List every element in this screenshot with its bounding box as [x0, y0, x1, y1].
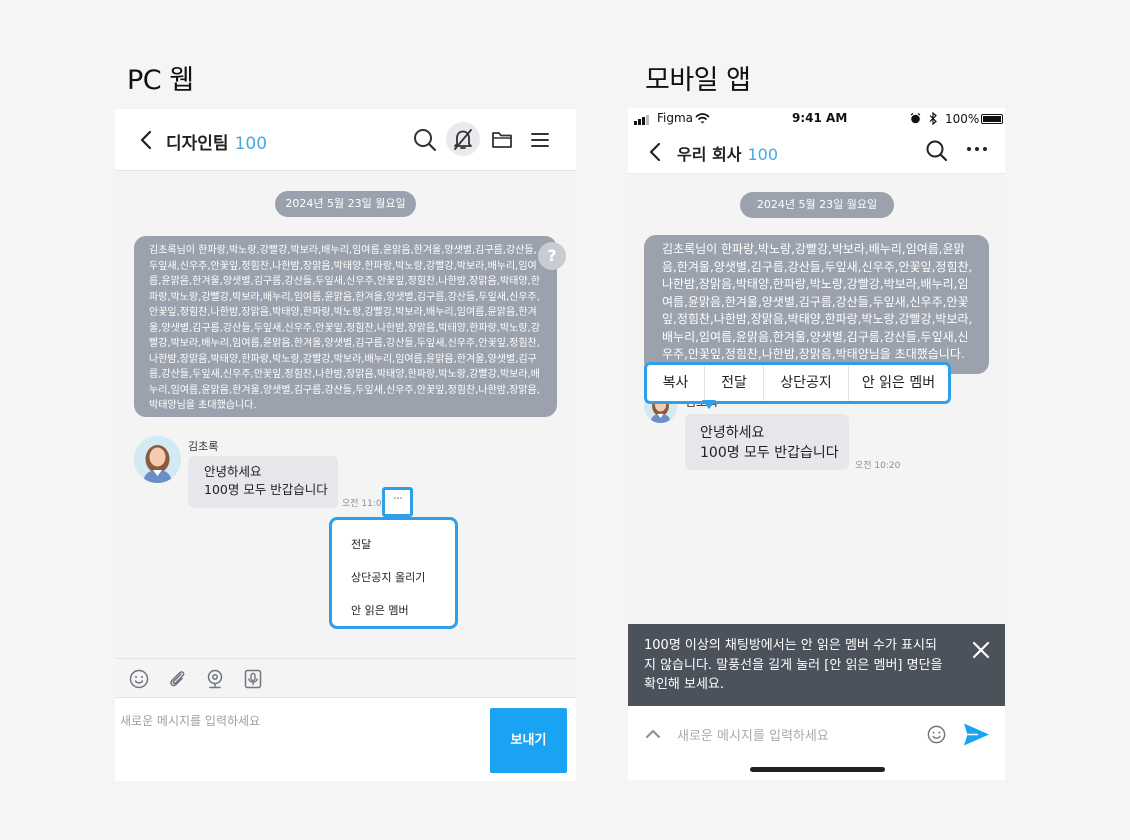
system-notice[interactable]: 김초록님이 한파랑,박노랑,강빨강,박보라,배누리,임여름,윤맑음,한겨울,양샛…: [644, 235, 989, 374]
attachment-icon[interactable]: [166, 668, 188, 690]
message-line-1: 안녕하세요: [700, 425, 765, 441]
chat-room-name: 디자인팀: [166, 134, 229, 154]
member-count: 100: [747, 145, 778, 164]
chevron-up-icon[interactable]: [645, 728, 661, 740]
date-divider: 2024년 5월 23일 월요일: [275, 191, 416, 217]
date-divider: 2024년 5월 23일 월요일: [740, 192, 894, 218]
more-options-button[interactable]: ···: [382, 487, 413, 517]
back-arrow-icon[interactable]: [137, 128, 157, 152]
message-line-2: 100명 모두 반갑습니다: [204, 482, 328, 497]
message-time: 오전 11:0: [342, 499, 382, 509]
mobile-chat-screen: Figma 9:41 AM 100% 우리 회사 100 2024년 5월 23일…: [628, 108, 1005, 780]
sender-name: 김초록: [188, 440, 219, 453]
search-icon[interactable]: [411, 126, 439, 154]
message-composer: 새로운 메시지를 입력하세요 보내기: [115, 697, 576, 781]
message-input[interactable]: 새로운 메시지를 입력하세요: [120, 712, 260, 729]
help-icon[interactable]: ?: [538, 242, 566, 270]
menu-item-copy[interactable]: 복사: [647, 365, 704, 401]
battery-icon: [981, 114, 1003, 124]
message-context-menu: 전달 상단공지 올리기 안 읽은 멤버: [329, 517, 458, 629]
emoji-icon[interactable]: [926, 724, 947, 745]
menu-item-forward[interactable]: 전달: [351, 536, 371, 552]
menu-pointer: [702, 400, 716, 409]
send-button[interactable]: 보내기: [490, 708, 567, 773]
member-count: 100: [234, 134, 268, 154]
pc-web-title: PC 웹: [127, 65, 194, 96]
alarm-icon: [910, 113, 921, 124]
menu-item-pin-notice[interactable]: 상단공지: [764, 365, 848, 401]
back-arrow-icon[interactable]: [648, 141, 664, 163]
notification-toggle[interactable]: [446, 122, 480, 156]
menu-item-unread-members[interactable]: 안 읽은 멤버: [849, 365, 948, 401]
message-input[interactable]: 새로운 메시지를 입력하세요: [677, 725, 829, 744]
status-time: 9:41 AM: [792, 111, 848, 125]
pc-chat-window: 디자인팀 100 2024년 5월 23일 월요일 김초록님이 한파랑,박노랑,강…: [115, 109, 576, 781]
chat-header: 디자인팀 100: [115, 109, 576, 171]
carrier-name: Figma: [657, 111, 694, 125]
avatar-person-icon: [134, 436, 181, 483]
emoji-icon[interactable]: [128, 668, 150, 690]
home-indicator: [750, 767, 885, 772]
message-context-menu: 복사 전달 상단공지 안 읽은 멤버: [644, 362, 951, 404]
toast-text: 100명 이상의 채팅방에서는 안 읽은 멤버 수가 표시되지 않습니다. 말풍…: [644, 638, 943, 692]
system-notice[interactable]: 김초록님이 한파랑,박노랑,강빨강,박보라,배누리,임여름,윤맑음,한겨울,양샛…: [134, 236, 557, 417]
chat-header: 우리 회사 100: [628, 130, 1005, 174]
message-line-1: 안녕하세요: [204, 464, 262, 479]
menu-item-forward[interactable]: 전달: [705, 365, 763, 401]
bell-off-icon: [454, 129, 472, 150]
composer-toolbar: [115, 658, 576, 697]
menu-item-unread-members[interactable]: 안 읽은 멤버: [351, 602, 409, 618]
message-time: 오전 10:20: [855, 461, 901, 471]
close-icon[interactable]: [970, 639, 992, 661]
wifi-icon: [695, 113, 710, 124]
chat-title: 우리 회사 100: [677, 141, 778, 165]
message-bubble[interactable]: 안녕하세요 100명 모두 반갑습니다: [188, 456, 338, 508]
message-bubble[interactable]: 안녕하세요 100명 모두 반갑습니다: [685, 414, 849, 470]
signal-icon: [634, 115, 649, 125]
avatar[interactable]: [134, 436, 181, 483]
menu-icon[interactable]: [526, 126, 554, 154]
status-bar: Figma 9:41 AM 100%: [628, 108, 1005, 130]
message-line-2: 100명 모두 반갑습니다: [700, 445, 839, 461]
location-icon[interactable]: [204, 668, 226, 690]
chat-room-name: 우리 회사: [677, 145, 742, 164]
info-toast: 100명 이상의 채팅방에서는 안 읽은 멤버 수가 표시되지 않습니다. 말풍…: [628, 624, 1005, 706]
folder-icon[interactable]: [488, 126, 516, 154]
mobile-app-title: 모바일 앱: [645, 65, 751, 96]
more-icon[interactable]: [966, 145, 988, 153]
menu-item-pin-notice[interactable]: 상단공지 올리기: [351, 569, 425, 585]
bluetooth-icon: [929, 112, 937, 125]
voice-memo-icon[interactable]: [242, 668, 264, 690]
send-icon[interactable]: [962, 722, 990, 747]
chat-title: 디자인팀 100: [166, 129, 267, 154]
battery-percent: 100%: [945, 112, 980, 126]
search-icon[interactable]: [925, 139, 949, 163]
